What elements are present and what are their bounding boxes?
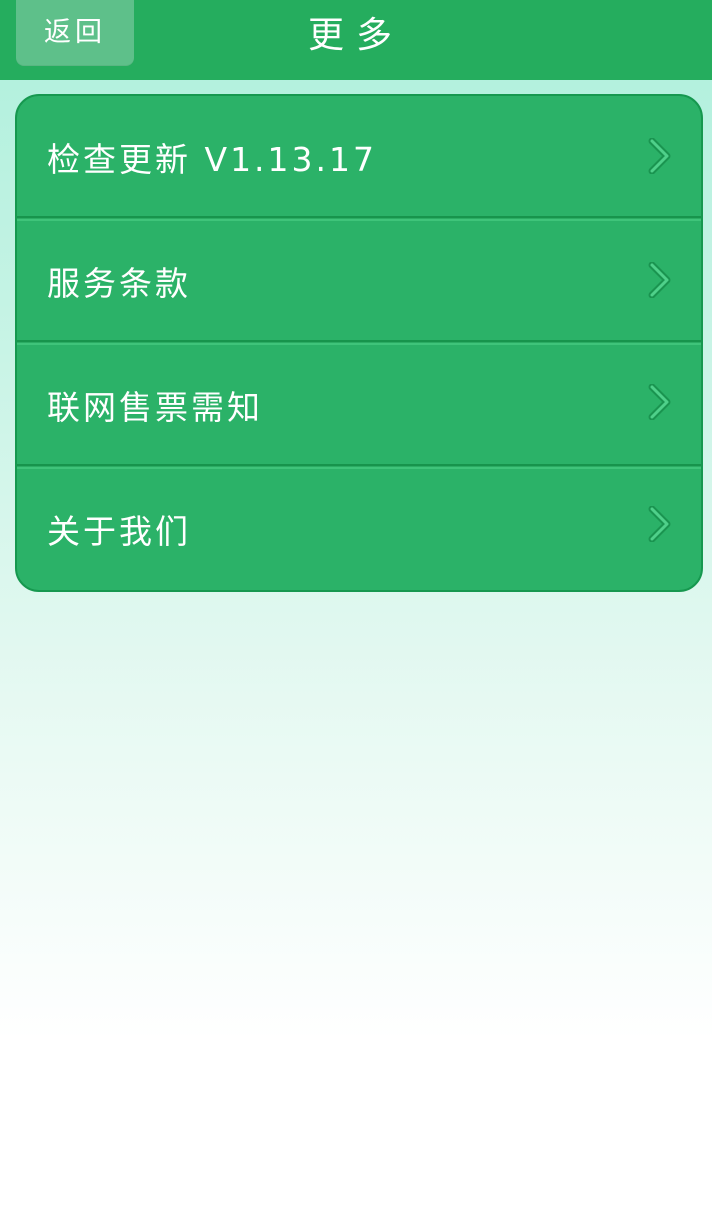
menu-item-label: 检查更新 V1.13.17 <box>47 140 378 179</box>
top-bar: 返回 更多 <box>0 0 712 80</box>
menu-item-ticket-notice[interactable]: 联网售票需知 <box>17 344 701 468</box>
menu-item-check-update[interactable]: 检查更新 V1.13.17 <box>17 96 701 220</box>
menu-item-label: 联网售票需知 <box>47 388 263 427</box>
back-button[interactable]: 返回 <box>16 0 134 66</box>
chevron-right-icon <box>648 138 671 174</box>
chevron-right-icon <box>648 506 671 542</box>
chevron-right-icon <box>648 384 671 420</box>
chevron-right-icon <box>648 262 671 298</box>
menu-item-terms[interactable]: 服务条款 <box>17 220 701 344</box>
menu-item-about-us[interactable]: 关于我们 <box>17 468 701 590</box>
menu-card: 检查更新 V1.13.17 服务条款 联网售票需知 关于我们 <box>15 94 703 592</box>
menu-item-label: 服务条款 <box>47 264 191 303</box>
menu-item-label: 关于我们 <box>47 512 191 551</box>
